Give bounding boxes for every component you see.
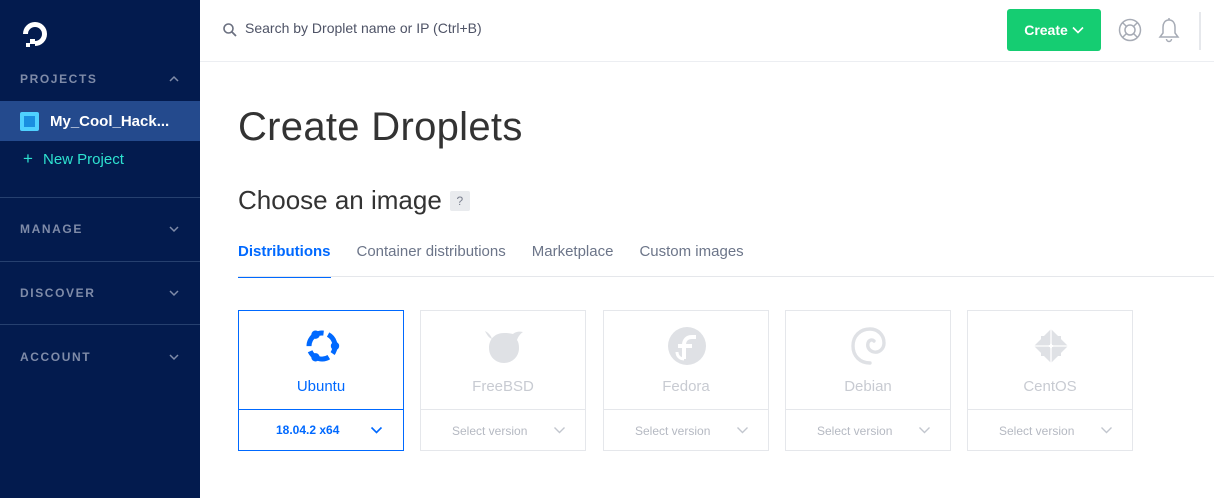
tab-custom-images[interactable]: Custom images <box>639 236 743 278</box>
ubuntu-icon <box>306 330 340 362</box>
image-card-ubuntu[interactable]: Ubuntu 18.04.2 x64 <box>238 310 404 451</box>
project-name: My_Cool_Hack... <box>50 112 170 130</box>
new-project-label: New Project <box>43 150 124 168</box>
tab-marketplace[interactable]: Marketplace <box>532 236 614 278</box>
chevron-down-icon <box>1101 427 1112 434</box>
search-icon <box>223 23 237 37</box>
discover-header-label: DISCOVER <box>20 286 96 300</box>
image-name: Fedora <box>662 378 710 395</box>
divider <box>0 261 200 262</box>
divider <box>0 197 200 198</box>
chevron-down-icon <box>169 226 179 233</box>
centos-icon <box>1032 327 1070 365</box>
projects-section-header[interactable]: PROJECTS <box>0 69 200 89</box>
app: PROJECTS My_Cool_Hack... + New Project M… <box>0 0 1214 498</box>
version-select[interactable]: Select version <box>420 409 586 451</box>
choose-image-heading: Choose an image ? <box>238 185 470 216</box>
tab-container-distributions[interactable]: Container distributions <box>357 236 506 278</box>
choose-image-label: Choose an image <box>238 185 442 215</box>
chevron-down-icon <box>1072 26 1084 34</box>
chevron-down-icon <box>169 290 179 297</box>
divider <box>0 324 200 325</box>
chevron-down-icon <box>737 427 748 434</box>
image-name: CentOS <box>1023 378 1077 395</box>
version-value: Select version <box>817 423 893 438</box>
sidebar-item-project[interactable]: My_Cool_Hack... <box>0 101 200 141</box>
new-project-link[interactable]: + New Project <box>20 149 124 169</box>
digitalocean-logo-icon[interactable] <box>20 19 50 49</box>
create-button[interactable]: Create <box>1007 9 1101 51</box>
topbar: Create <box>200 0 1214 62</box>
search-input[interactable] <box>245 16 645 40</box>
version-value: Select version <box>452 423 528 438</box>
version-value: Select version <box>635 423 711 438</box>
chevron-up-icon <box>169 75 179 82</box>
version-value: 18.04.2 x64 <box>276 423 340 437</box>
freebsd-icon <box>485 331 523 363</box>
version-select[interactable]: Select version <box>785 409 951 451</box>
topbar-separator <box>1199 12 1201 50</box>
version-select[interactable]: 18.04.2 x64 <box>238 409 404 451</box>
help-tooltip-icon[interactable]: ? <box>449 190 470 211</box>
image-card-fedora[interactable]: Fedora Select version <box>603 310 769 451</box>
image-tabs: Distributions Container distributions Ma… <box>238 236 770 278</box>
create-button-label: Create <box>1024 22 1068 38</box>
image-card-freebsd[interactable]: FreeBSD Select version <box>420 310 586 451</box>
sidebar: PROJECTS My_Cool_Hack... + New Project M… <box>0 0 200 498</box>
version-select[interactable]: Select version <box>603 409 769 451</box>
image-name: Ubuntu <box>296 378 346 395</box>
manage-header-label: MANAGE <box>20 222 83 236</box>
plus-icon: + <box>23 149 33 168</box>
image-name: Debian <box>844 378 892 395</box>
chevron-down-icon <box>169 354 179 361</box>
version-value: Select version <box>999 423 1075 438</box>
projects-header-label: PROJECTS <box>20 72 98 86</box>
page-title: Create Droplets <box>238 105 523 149</box>
image-card-debian[interactable]: Debian Select version <box>785 310 951 451</box>
account-section-header[interactable]: ACCOUNT <box>0 347 200 367</box>
debian-icon <box>851 327 886 365</box>
chevron-down-icon <box>554 427 565 434</box>
project-icon <box>20 111 39 131</box>
chevron-down-icon <box>919 427 930 434</box>
notifications-bell-icon[interactable] <box>1157 17 1181 43</box>
tab-distributions[interactable]: Distributions <box>238 236 331 278</box>
image-name: FreeBSD <box>472 378 534 395</box>
image-card-centos[interactable]: CentOS Select version <box>967 310 1133 451</box>
chevron-down-icon <box>370 426 383 434</box>
version-select[interactable]: Select version <box>967 409 1133 451</box>
discover-section-header[interactable]: DISCOVER <box>0 283 200 303</box>
account-header-label: ACCOUNT <box>20 350 92 364</box>
help-lifebuoy-icon[interactable] <box>1118 18 1142 42</box>
fedora-icon <box>668 327 706 365</box>
tabs-underline <box>238 276 1214 277</box>
manage-section-header[interactable]: MANAGE <box>0 219 200 239</box>
